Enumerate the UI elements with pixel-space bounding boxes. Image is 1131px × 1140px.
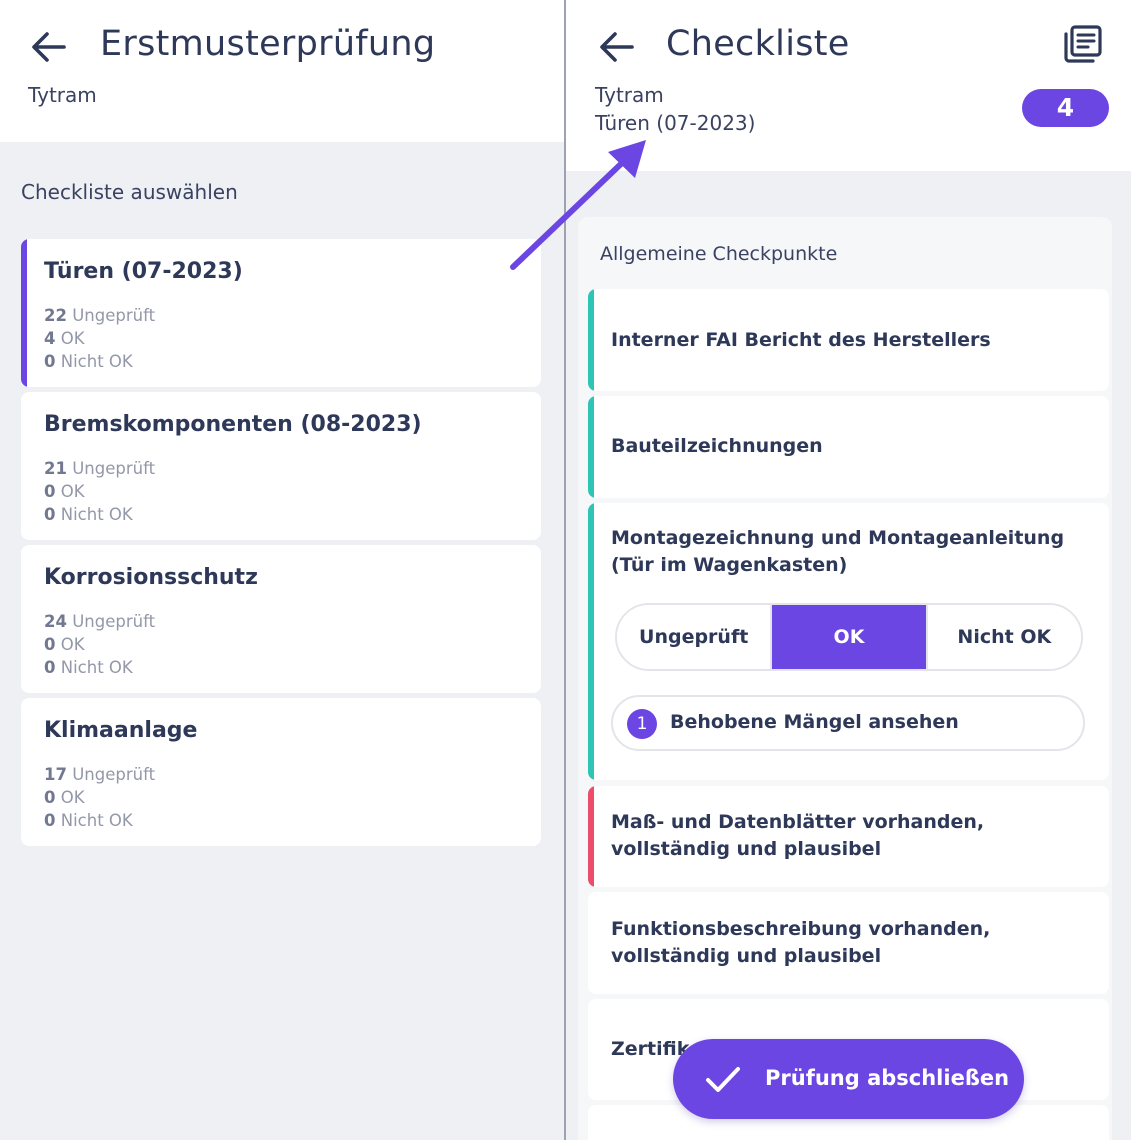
checkpoint-item[interactable]: Bauteilzeichnungen <box>588 396 1109 498</box>
status-option-not-ok[interactable]: Nicht OK <box>925 605 1081 669</box>
right-screen: Checkliste Tytram Türen (07-2023) 4 Allg… <box>566 0 1131 1140</box>
checklist-card-korrosionsschutz[interactable]: Korrosionsschutz 24 Ungeprüft 0 OK 0 Nic… <box>21 545 541 693</box>
page-subtitle: Tytram <box>28 83 97 107</box>
checkpoint-item[interactable]: Funktionsbeschreibung vorhanden, vollstä… <box>588 892 1109 994</box>
checkpoint-title: Bauteilzeichnungen <box>611 435 823 457</box>
status-indicator <box>588 786 594 887</box>
complete-inspection-label: Prüfung abschließen <box>765 1066 1010 1090</box>
checklist-stats: 21 Ungeprüft 0 OK 0 Nicht OK <box>44 459 156 524</box>
page-subtitle: Tytram <box>595 83 664 107</box>
status-option-ok[interactable]: OK <box>770 605 926 669</box>
checklist-stats: 24 Ungeprüft 0 OK 0 Nicht OK <box>44 612 156 677</box>
checklist-stats: 17 Ungeprüft 0 OK 0 Nicht OK <box>44 765 156 830</box>
checkpoint-item[interactable]: Maß- und Datenblätter vorhanden, vollstä… <box>588 786 1109 887</box>
checklist-name: Klimaanlage <box>44 718 198 743</box>
checklist-name: Korrosionsschutz <box>44 565 258 590</box>
group-title: Allgemeine Checkpunkte <box>600 243 838 265</box>
checkpoint-title: Interner FAI Bericht des Herstellers <box>611 329 991 351</box>
view-fixed-defects-button[interactable]: 1 Behobene Mängel ansehen <box>611 695 1085 751</box>
checkpoint-item[interactable]: Interner FAI Bericht des Herstellers <box>588 289 1109 391</box>
status-indicator <box>588 289 594 391</box>
status-option-unchecked[interactable]: Ungeprüft <box>617 605 771 669</box>
checklist-stats: 22 Ungeprüft 4 OK 0 Nicht OK <box>44 306 156 371</box>
defects-label: Behobene Mängel ansehen <box>670 711 959 733</box>
checklist-name: Bremskomponenten (08-2023) <box>44 412 422 437</box>
status-segmented-control: Ungeprüft OK Nicht OK <box>615 603 1083 671</box>
right-header: Checkliste Tytram Türen (07-2023) 4 <box>566 0 1131 171</box>
checkpoint-title: Maß- und Datenblätter vorhanden, vollstä… <box>611 811 985 860</box>
complete-inspection-button[interactable]: Prüfung abschließen <box>673 1039 1024 1119</box>
left-header: Erstmusterprüfung Tytram <box>0 0 564 142</box>
page-title: Erstmusterprüfung <box>100 24 436 64</box>
back-arrow-icon[interactable] <box>596 26 638 68</box>
defect-count-badge: 1 <box>627 709 657 739</box>
status-indicator <box>588 396 594 498</box>
page-title: Checkliste <box>666 24 850 64</box>
checkpoint-title: Montagezeichnung und Montageanleitung (T… <box>611 527 1065 576</box>
status-indicator <box>588 503 594 780</box>
back-arrow-icon[interactable] <box>28 26 70 68</box>
checklist-card-tueren[interactable]: Türen (07-2023) 22 Ungeprüft 4 OK 0 Nich… <box>21 239 541 387</box>
checklist-name: Türen (07-2023) <box>44 259 243 284</box>
checklist-subtitle: Türen (07-2023) <box>595 111 756 135</box>
checkpoint-title: Funktionsbeschreibung vorhanden, vollstä… <box>611 918 991 967</box>
count-badge: 4 <box>1022 89 1109 127</box>
list-icon[interactable] <box>1063 24 1103 64</box>
section-title: Checkliste auswählen <box>21 180 238 204</box>
checklist-card-bremskomponenten[interactable]: Bremskomponenten (08-2023) 21 Ungeprüft … <box>21 392 541 540</box>
checkpoint-item-expanded: Montagezeichnung und Montageanleitung (T… <box>588 503 1109 780</box>
left-screen: Erstmusterprüfung Tytram Checkliste ausw… <box>0 0 564 1140</box>
checklist-card-klimaanlage[interactable]: Klimaanlage 17 Ungeprüft 0 OK 0 Nicht OK <box>21 698 541 846</box>
check-icon <box>706 1067 740 1092</box>
